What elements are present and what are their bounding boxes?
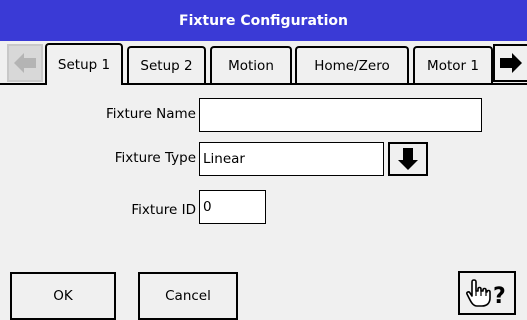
hand-pointer-question-icon: ? <box>466 279 506 308</box>
tab-scroll-right-button[interactable] <box>493 44 527 82</box>
svg-text:?: ? <box>493 284 506 308</box>
fixture-name-field[interactable] <box>199 98 482 132</box>
tab-scroll-left-button[interactable] <box>7 44 43 82</box>
tab-strip: Setup 1 Setup 2 Motion Home/Zero Motor 1 <box>0 41 527 85</box>
tab-motion[interactable]: Motion <box>210 46 292 84</box>
tab-label: Home/Zero <box>314 58 390 74</box>
tab-label: Motor 1 <box>427 58 479 74</box>
fixture-name-label: Fixture Name <box>105 106 196 122</box>
help-button[interactable]: ? <box>458 271 516 315</box>
tab-setup-2[interactable]: Setup 2 <box>127 46 206 84</box>
cancel-button[interactable]: Cancel <box>138 272 238 320</box>
fixture-id-label: Fixture ID <box>131 202 196 218</box>
window-title-bar: Fixture Configuration <box>0 0 527 41</box>
fixture-type-dropdown-button[interactable] <box>388 142 428 176</box>
tab-motor-1[interactable]: Motor 1 <box>413 46 493 84</box>
cancel-button-label: Cancel <box>165 288 211 304</box>
arrow-down-icon <box>398 148 418 170</box>
window-title: Fixture Configuration <box>179 12 348 29</box>
fixture-id-field[interactable]: 0 <box>199 190 266 224</box>
ok-button[interactable]: OK <box>10 272 116 320</box>
ok-button-label: OK <box>53 288 73 304</box>
tab-setup-1[interactable]: Setup 1 <box>45 43 123 85</box>
arrow-right-icon <box>500 53 522 73</box>
tab-label: Setup 2 <box>140 58 193 74</box>
fixture-type-select[interactable]: Linear <box>199 142 384 176</box>
tab-label: Setup 1 <box>57 57 111 73</box>
tab-label: Motion <box>228 58 274 74</box>
tab-home-zero[interactable]: Home/Zero <box>295 46 409 84</box>
arrow-left-icon <box>14 53 36 73</box>
fixture-type-label: Fixture Type <box>114 150 196 166</box>
